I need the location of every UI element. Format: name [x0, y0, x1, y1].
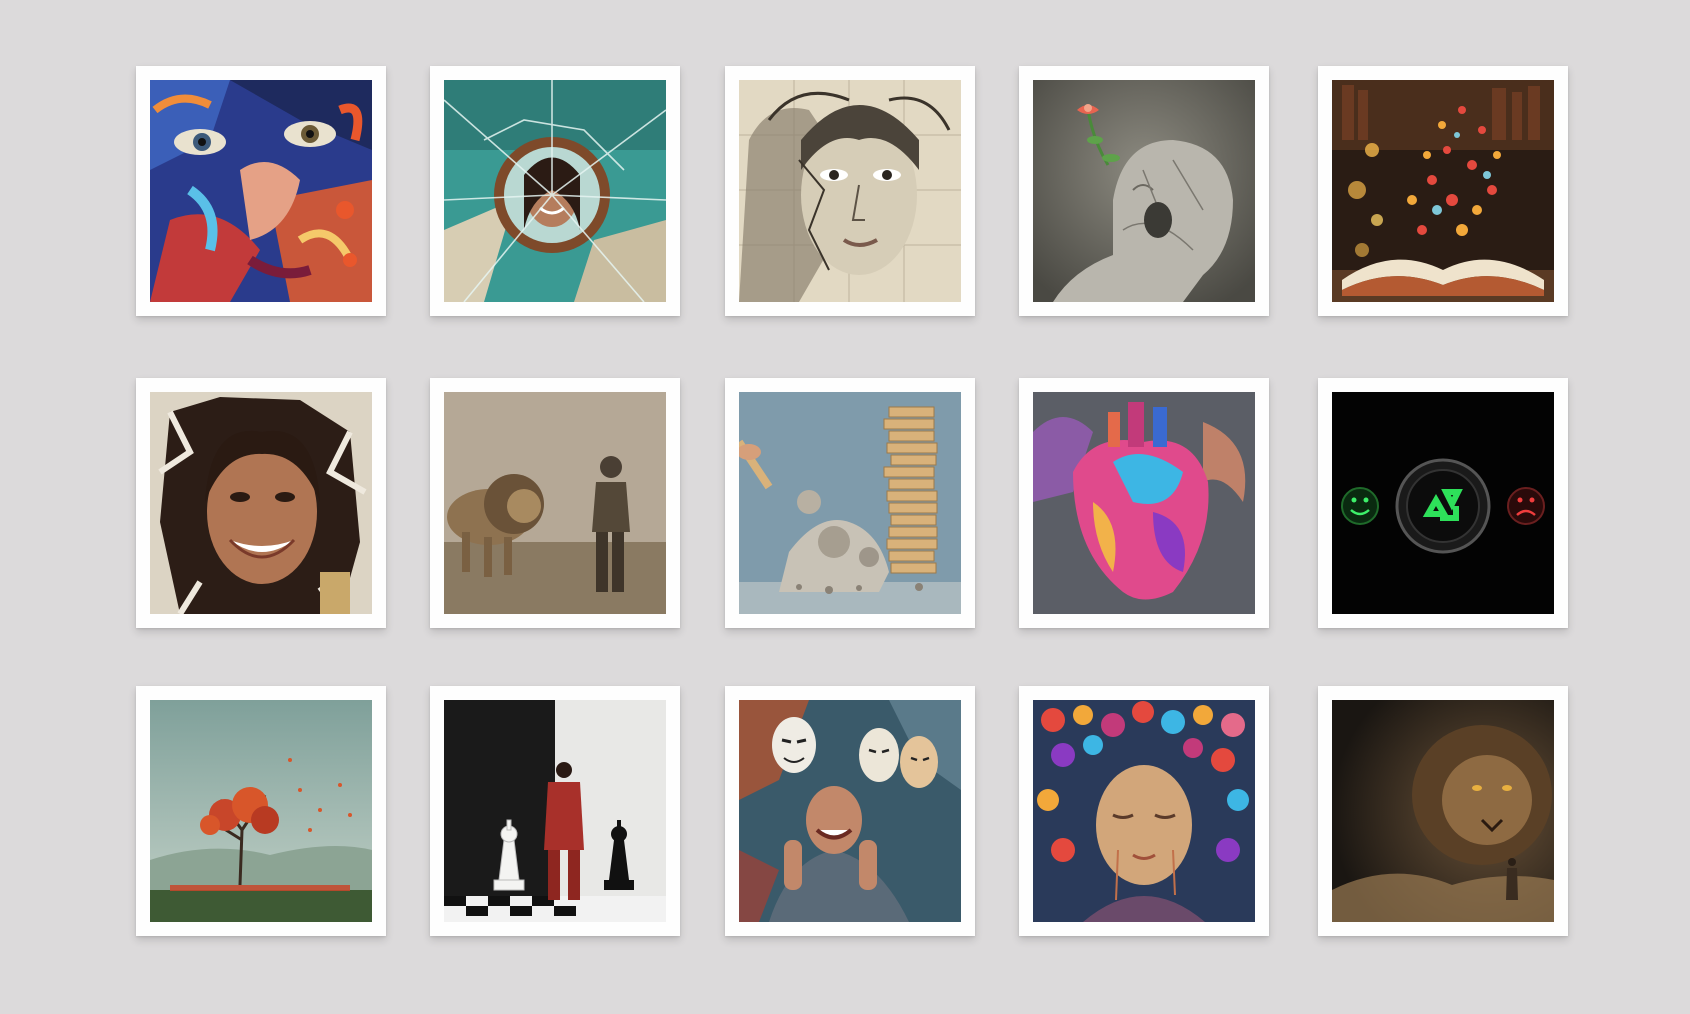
lone-tree-falling-leaves-image [150, 700, 372, 922]
gallery-tile[interactable] [1318, 66, 1568, 316]
lion-and-small-figure-image [1332, 700, 1554, 922]
gallery-tile[interactable] [725, 378, 975, 628]
gallery-tile[interactable] [1318, 686, 1568, 936]
gallery-tile[interactable] [725, 686, 975, 936]
woman-in-broken-mirror-image [444, 80, 666, 302]
gallery-tile[interactable] [136, 66, 386, 316]
gallery-tile[interactable] [1019, 66, 1269, 316]
man-between-chess-kings-image [444, 700, 666, 922]
gallery-tile[interactable] [136, 686, 386, 936]
gallery-tile[interactable] [430, 378, 680, 628]
gallery-tile[interactable] [430, 66, 680, 316]
man-with-masks-image [739, 700, 961, 922]
stone-head-with-flower-image [1033, 80, 1255, 302]
gallery-tile[interactable] [136, 378, 386, 628]
woman-smiling-through-wall-image [150, 392, 372, 614]
girl-with-heart-hair-image [1033, 700, 1255, 922]
gallery-tile[interactable] [1318, 378, 1568, 628]
emotion-buttons-recycle-image [1332, 392, 1554, 614]
gallery-tile[interactable] [1019, 378, 1269, 628]
jenga-tower-crumbling-image [739, 392, 961, 614]
abstract-painted-face-image [150, 80, 372, 302]
sketch-face-with-map-image [739, 80, 961, 302]
gallery-tile[interactable] [430, 686, 680, 936]
gallery-tile[interactable] [1019, 686, 1269, 936]
gallery-tile[interactable] [725, 66, 975, 316]
lion-and-man-in-fog-image [444, 392, 666, 614]
book-with-floating-hearts-image [1332, 80, 1554, 302]
painted-anatomical-heart-image [1033, 392, 1255, 614]
